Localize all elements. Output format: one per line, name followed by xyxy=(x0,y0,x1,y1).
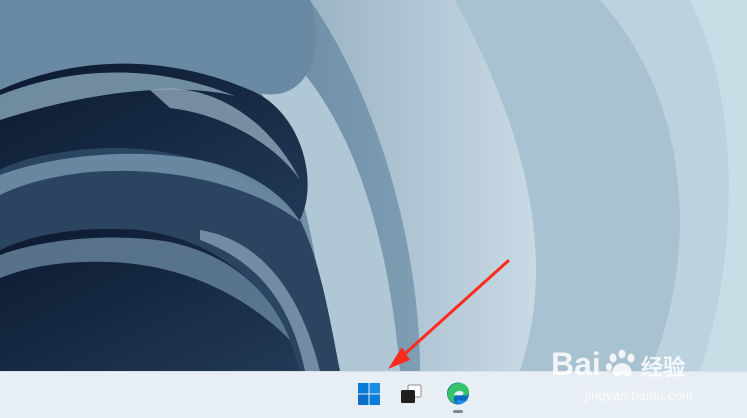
desktop-wallpaper xyxy=(0,0,747,371)
edge-browser-icon xyxy=(447,382,469,405)
desktop: Bai 经验 jingyan.baidu.com xyxy=(0,0,747,418)
running-indicator xyxy=(453,410,463,413)
task-view-icon xyxy=(401,384,422,403)
windows-start-icon xyxy=(358,383,380,405)
task-view-button[interactable] xyxy=(397,380,425,408)
taskbar xyxy=(0,371,747,418)
edge-browser-button[interactable] xyxy=(444,380,472,413)
start-button[interactable] xyxy=(355,380,383,408)
